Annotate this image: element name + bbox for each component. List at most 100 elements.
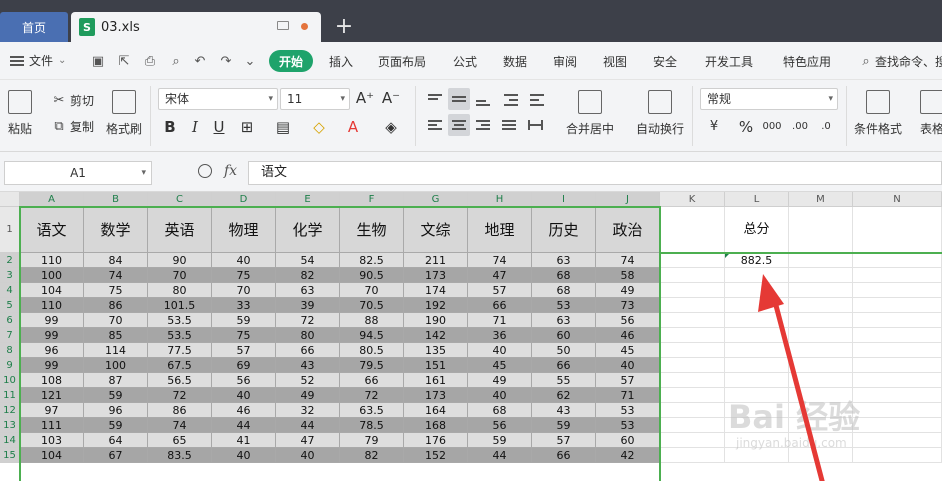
empty-cell[interactable] xyxy=(660,343,725,358)
row-header[interactable]: 9 xyxy=(0,358,20,373)
align-top-icon[interactable] xyxy=(424,88,446,110)
empty-cell[interactable] xyxy=(789,268,853,283)
border-icon[interactable]: ⊞ xyxy=(237,117,257,137)
empty-cell[interactable] xyxy=(660,207,725,253)
empty-cell[interactable] xyxy=(789,388,853,403)
empty-cell[interactable] xyxy=(725,418,789,433)
table-cell[interactable]: 88 xyxy=(340,313,404,328)
column-header[interactable]: J xyxy=(596,192,660,207)
table-cell[interactable]: 68 xyxy=(532,283,596,298)
empty-cell[interactable] xyxy=(853,343,942,358)
table-cell[interactable]: 43 xyxy=(276,358,340,373)
copy-button[interactable]: ⧉ 复制 xyxy=(52,118,94,135)
table-cell[interactable]: 63 xyxy=(532,313,596,328)
number-format-select[interactable]: 常规 ▾ xyxy=(700,88,838,110)
column-header[interactable]: C xyxy=(148,192,212,207)
menu-formulas[interactable]: 公式 xyxy=(453,53,477,70)
empty-cell[interactable] xyxy=(660,403,725,418)
column-header[interactable]: N xyxy=(853,192,942,207)
table-cell[interactable]: 97 xyxy=(20,403,84,418)
customize-icon[interactable]: ⌄ xyxy=(242,54,258,70)
table-cell[interactable]: 40 xyxy=(596,358,660,373)
table-cell[interactable]: 40 xyxy=(276,448,340,463)
empty-cell[interactable] xyxy=(725,403,789,418)
empty-cell[interactable] xyxy=(853,418,942,433)
row-header[interactable]: 8 xyxy=(0,343,20,358)
table-cell[interactable]: 44 xyxy=(276,418,340,433)
format-painter-button[interactable]: 格式刷 xyxy=(106,90,142,137)
table-cell[interactable]: 60 xyxy=(596,433,660,448)
empty-cell[interactable] xyxy=(789,403,853,418)
select-all-corner[interactable] xyxy=(0,192,20,207)
table-cell[interactable]: 75 xyxy=(212,268,276,283)
table-cell[interactable]: 74 xyxy=(468,253,532,268)
table-cell[interactable]: 111 xyxy=(20,418,84,433)
table-cell[interactable]: 59 xyxy=(468,433,532,448)
table-cell[interactable]: 211 xyxy=(404,253,468,268)
table-cell[interactable]: 43 xyxy=(532,403,596,418)
empty-cell[interactable] xyxy=(853,268,942,283)
header-cell[interactable]: 英语 xyxy=(148,207,212,253)
align-bottom-icon[interactable] xyxy=(472,88,494,110)
empty-cell[interactable] xyxy=(660,418,725,433)
table-cell[interactable]: 66 xyxy=(532,358,596,373)
font-color-icon[interactable]: A xyxy=(343,117,363,137)
export-icon[interactable]: ⇱ xyxy=(116,54,132,70)
menu-review[interactable]: 审阅 xyxy=(553,53,577,70)
empty-cell[interactable] xyxy=(789,283,853,298)
table-cell[interactable]: 74 xyxy=(148,418,212,433)
row-header[interactable]: 13 xyxy=(0,418,20,433)
row-header[interactable]: 5 xyxy=(0,298,20,313)
row-header[interactable]: 2 xyxy=(0,253,20,268)
align-right-icon[interactable] xyxy=(472,114,494,136)
table-cell[interactable]: 108 xyxy=(20,373,84,388)
row-header[interactable]: 10 xyxy=(0,373,20,388)
row-header[interactable]: 1 xyxy=(0,207,20,253)
column-header[interactable]: K xyxy=(660,192,725,207)
empty-cell[interactable] xyxy=(789,313,853,328)
empty-cell[interactable] xyxy=(725,298,789,313)
table-cell[interactable]: 164 xyxy=(404,403,468,418)
empty-cell[interactable] xyxy=(660,328,725,343)
table-cell[interactable]: 41 xyxy=(212,433,276,448)
table-cell[interactable]: 104 xyxy=(20,283,84,298)
menu-insert[interactable]: 插入 xyxy=(329,53,353,70)
thousands-separator-icon[interactable]: 000 xyxy=(762,117,782,137)
font-grow-icon[interactable]: A⁺ xyxy=(355,88,375,108)
header-cell[interactable]: 化学 xyxy=(276,207,340,253)
table-cell[interactable]: 121 xyxy=(20,388,84,403)
empty-cell[interactable] xyxy=(725,283,789,298)
justify-icon[interactable] xyxy=(498,114,520,136)
table-cell[interactable]: 55 xyxy=(532,373,596,388)
row-header[interactable]: 11 xyxy=(0,388,20,403)
table-cell[interactable]: 63 xyxy=(532,253,596,268)
menu-start[interactable]: 开始 xyxy=(269,50,313,72)
table-cell[interactable]: 78.5 xyxy=(340,418,404,433)
empty-cell[interactable] xyxy=(660,253,725,268)
empty-cell[interactable] xyxy=(725,358,789,373)
table-cell[interactable]: 66 xyxy=(532,448,596,463)
empty-cell[interactable] xyxy=(789,433,853,448)
wrap-text-button[interactable]: 自动换行 xyxy=(636,90,684,137)
table-cell[interactable]: 74 xyxy=(596,253,660,268)
table-cell[interactable]: 79 xyxy=(340,433,404,448)
empty-cell[interactable] xyxy=(853,388,942,403)
new-tab-button[interactable]: + xyxy=(334,14,354,39)
tab-home[interactable]: 首页 xyxy=(0,12,68,42)
row-header[interactable]: 6 xyxy=(0,313,20,328)
unsaved-dot-icon[interactable] xyxy=(301,23,308,30)
table-cell[interactable]: 100 xyxy=(84,358,148,373)
table-cell[interactable]: 152 xyxy=(404,448,468,463)
clear-format-icon[interactable]: ◈ xyxy=(381,117,401,137)
column-header[interactable]: I xyxy=(532,192,596,207)
empty-cell[interactable] xyxy=(853,253,942,268)
header-cell[interactable]: 物理 xyxy=(212,207,276,253)
fill-pattern-icon[interactable]: ▤ xyxy=(273,117,293,137)
empty-cell[interactable] xyxy=(725,448,789,463)
table-cell[interactable]: 63 xyxy=(276,283,340,298)
table-cell[interactable]: 142 xyxy=(404,328,468,343)
table-cell[interactable]: 114 xyxy=(84,343,148,358)
align-middle-icon[interactable] xyxy=(448,88,470,110)
table-cell[interactable]: 168 xyxy=(404,418,468,433)
name-box[interactable]: A1 ▾ xyxy=(4,161,152,185)
